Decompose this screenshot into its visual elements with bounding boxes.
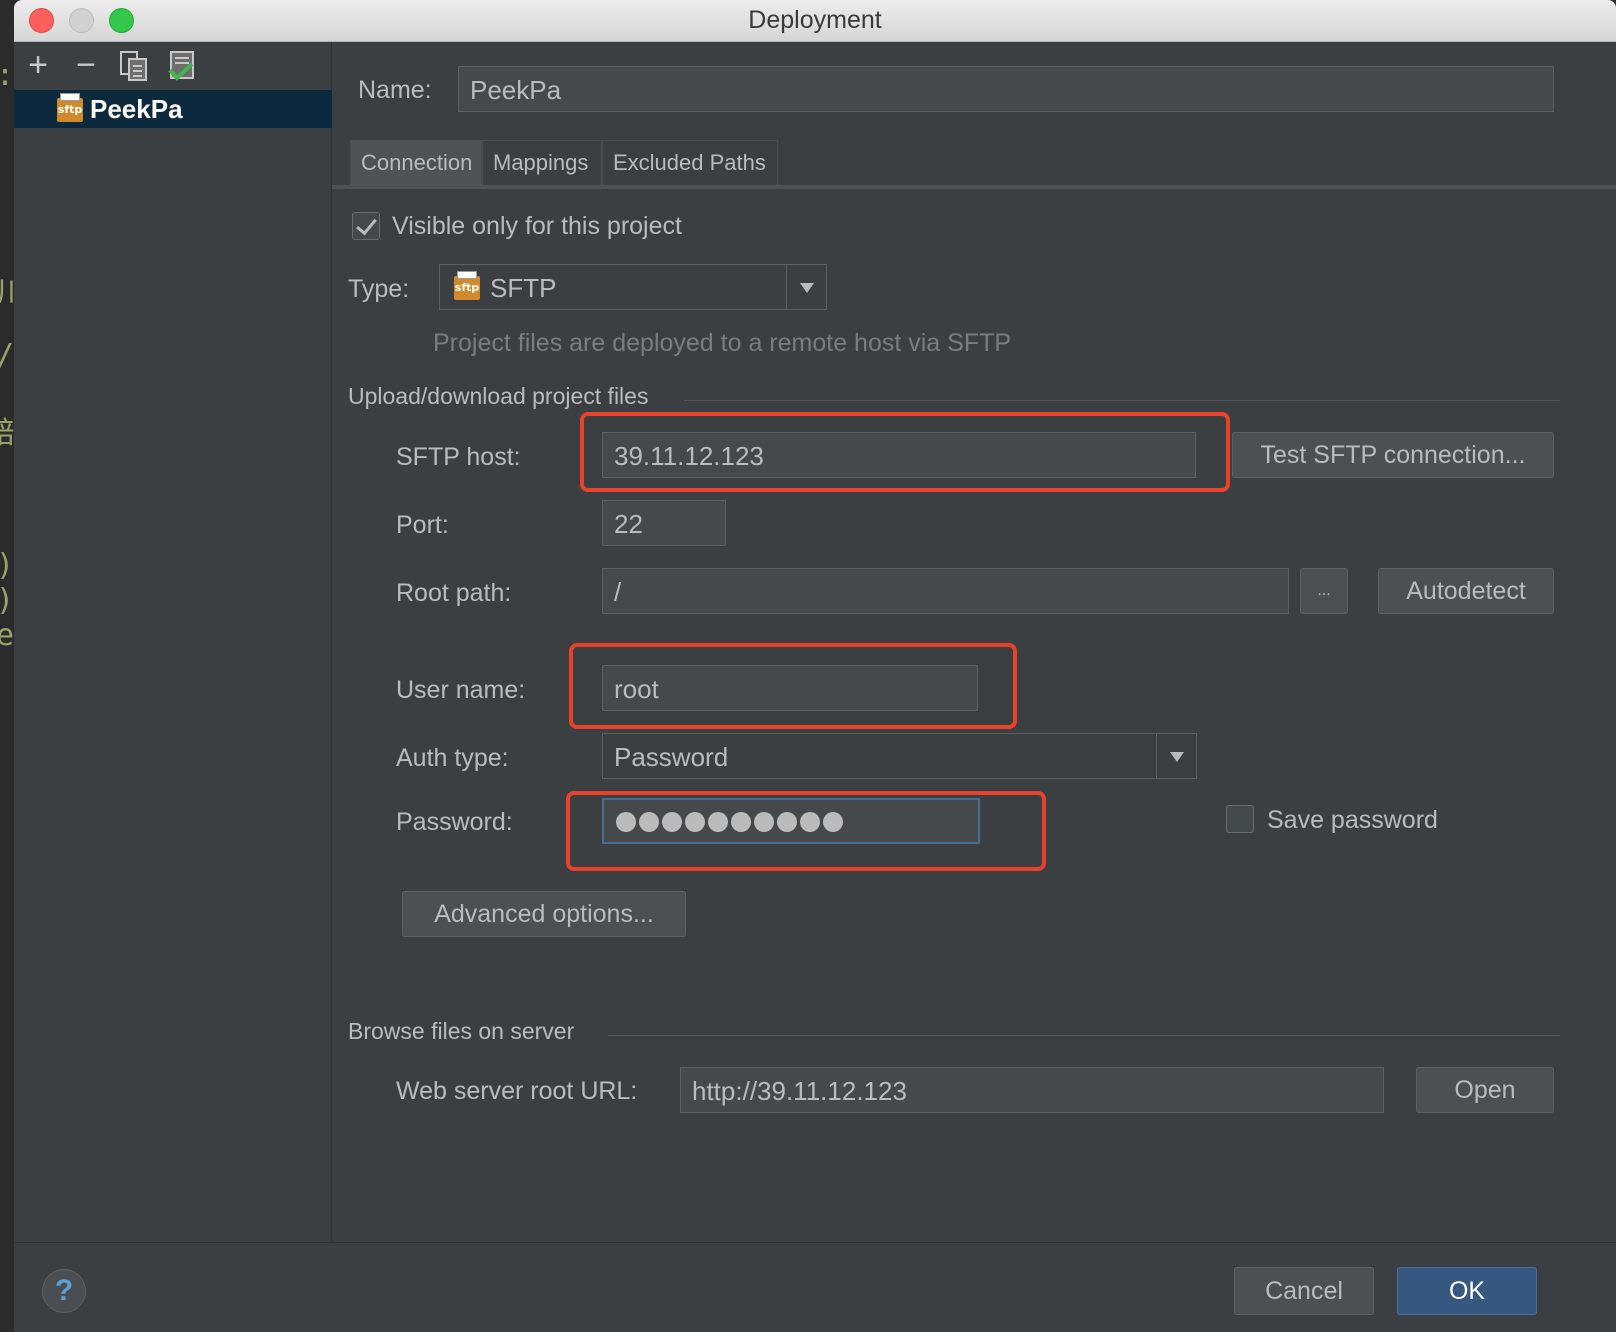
root-path-label: Root path: <box>396 579 512 607</box>
sftp-icon: sftp <box>454 271 480 300</box>
minus-icon: − <box>76 46 96 84</box>
help-icon[interactable]: ? <box>42 1269 86 1313</box>
section-separator <box>684 400 1560 401</box>
set-default-server-button[interactable] <box>166 50 198 82</box>
tab-excluded-paths[interactable]: Excluded Paths <box>602 140 778 186</box>
section-separator <box>608 1035 1560 1036</box>
add-server-button[interactable]: + <box>22 48 54 82</box>
deployment-dialog: Deployment + − sftp PeekPa Name: PeekPa … <box>14 0 1616 1332</box>
copy-icon <box>120 51 147 81</box>
type-hint: Project files are deployed to a remote h… <box>433 329 1012 357</box>
web-url-label: Web server root URL: <box>396 1077 638 1105</box>
type-select[interactable]: sftp SFTP <box>439 264 827 310</box>
type-value: SFTP <box>490 273 557 303</box>
upload-section-title: Upload/download project files <box>348 383 649 409</box>
ok-button[interactable]: OK <box>1397 1267 1537 1315</box>
browse-section-title: Browse files on server <box>348 1018 575 1044</box>
sftp-host-label: SFTP host: <box>396 443 521 471</box>
highlight-box-password <box>566 791 1046 871</box>
name-label: Name: <box>358 76 432 104</box>
type-label: Type: <box>348 275 410 303</box>
user-name-label: User name: <box>396 676 526 704</box>
tab-connection[interactable]: Connection <box>350 140 482 186</box>
visible-only-label: Visible only for this project <box>392 212 682 240</box>
password-label: Password: <box>396 808 513 836</box>
server-toolbar: + − <box>14 42 332 90</box>
root-path-field[interactable]: / <box>602 568 1289 614</box>
sftp-icon: sftp <box>57 93 83 122</box>
auth-type-label: Auth type: <box>396 744 509 772</box>
background-editor-sliver: :8 川 / 部 ) ) e <box>0 0 14 1332</box>
default-check-icon <box>168 51 194 81</box>
server-settings-panel: Name: PeekPa Connection Mappings Exclude… <box>332 42 1616 1242</box>
server-list-item[interactable]: sftp PeekPa <box>14 90 332 128</box>
open-button[interactable]: Open <box>1416 1067 1554 1113</box>
window-title: Deployment <box>748 6 882 34</box>
port-field[interactable]: 22 <box>602 500 726 546</box>
cancel-button[interactable]: Cancel <box>1234 1267 1374 1315</box>
port-label: Port: <box>396 511 449 539</box>
dialog-footer: ? Cancel OK <box>14 1242 1616 1332</box>
plus-icon: + <box>28 46 48 84</box>
copy-server-button[interactable] <box>118 50 150 82</box>
auth-type-select[interactable]: Password <box>602 733 1197 779</box>
save-password-checkbox[interactable] <box>1226 805 1254 833</box>
highlight-box-host <box>580 412 1230 492</box>
chevron-down-icon[interactable] <box>1156 734 1196 778</box>
name-field[interactable]: PeekPa <box>458 66 1554 112</box>
tab-underline <box>332 185 1616 189</box>
server-name: PeekPa <box>90 94 183 124</box>
auth-type-value: Password <box>614 742 729 772</box>
advanced-options-button[interactable]: Advanced options... <box>402 891 686 937</box>
web-url-field[interactable]: http://39.11.12.123 <box>680 1067 1384 1113</box>
visible-only-checkbox[interactable] <box>352 212 380 240</box>
tab-mappings[interactable]: Mappings <box>482 140 602 186</box>
test-connection-button[interactable]: Test SFTP connection... <box>1232 432 1554 478</box>
server-list-panel: + − sftp PeekPa <box>14 42 332 1242</box>
autodetect-button[interactable]: Autodetect <box>1378 568 1554 614</box>
title-bar: Deployment <box>14 0 1616 42</box>
save-password-label: Save password <box>1267 806 1438 834</box>
browse-root-button[interactable]: ... <box>1300 568 1348 614</box>
chevron-down-icon[interactable] <box>786 265 826 309</box>
highlight-box-user <box>569 643 1017 729</box>
remove-server-button[interactable]: − <box>70 48 102 82</box>
